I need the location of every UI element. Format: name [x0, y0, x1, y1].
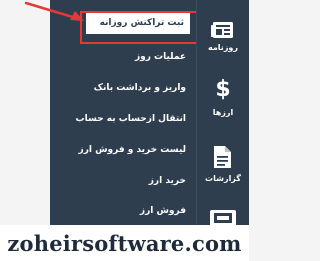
- menu-item-bank-deposit-withdraw[interactable]: واریز و برداشت بانک: [94, 77, 186, 99]
- menu-item-label: انتقال ازحساب به حساب: [75, 114, 186, 124]
- ticket-icon: [210, 210, 236, 226]
- sidebar-item-newspaper[interactable]: روزنامه: [197, 0, 249, 65]
- menu-item-buy-currency[interactable]: خرید ارز: [149, 170, 186, 192]
- icon-sidebar: روزنامه $ ارزها گزارشات: [196, 0, 249, 235]
- menu-item-label: عملیات روز: [134, 52, 186, 62]
- menu-item-account-transfer[interactable]: انتقال ازحساب به حساب: [76, 108, 186, 130]
- menu-item-label: خرید ارز: [148, 176, 186, 186]
- menu-item-label: لیست خرید و فروش ارز: [78, 145, 186, 155]
- sidebar-item-label: گزارشات: [205, 174, 241, 183]
- pointer-arrow-icon: [24, 1, 84, 21]
- newspaper-icon: [211, 22, 233, 38]
- sidebar-item-label: ارزها: [212, 108, 234, 117]
- document-icon: [214, 146, 231, 168]
- sidebar-item-currencies[interactable]: $ ارزها: [197, 70, 249, 130]
- sidebar-item-reports[interactable]: گزارشات: [197, 140, 249, 200]
- dollar-icon: $: [215, 77, 231, 102]
- menu-item-currency-trade-list[interactable]: لیست خرید و فروش ارز: [79, 139, 186, 161]
- menu-item-daily-operations[interactable]: عملیات روز: [135, 46, 186, 68]
- highlight-box: [80, 11, 204, 44]
- menu-item-label: فروش ارز: [139, 206, 186, 216]
- app-screen: ثبت تراکنش روزانه عملیات روز واریز و برد…: [0, 0, 249, 261]
- watermark-text: zoheirsoftware.com: [7, 230, 242, 256]
- menu-item-label: واریز و برداشت بانک: [93, 83, 186, 93]
- watermark-banner: zoheirsoftware.com: [0, 225, 249, 261]
- sidebar-item-label: روزنامه: [208, 43, 238, 52]
- menu-item-sell-currency[interactable]: فروش ارز: [140, 200, 186, 222]
